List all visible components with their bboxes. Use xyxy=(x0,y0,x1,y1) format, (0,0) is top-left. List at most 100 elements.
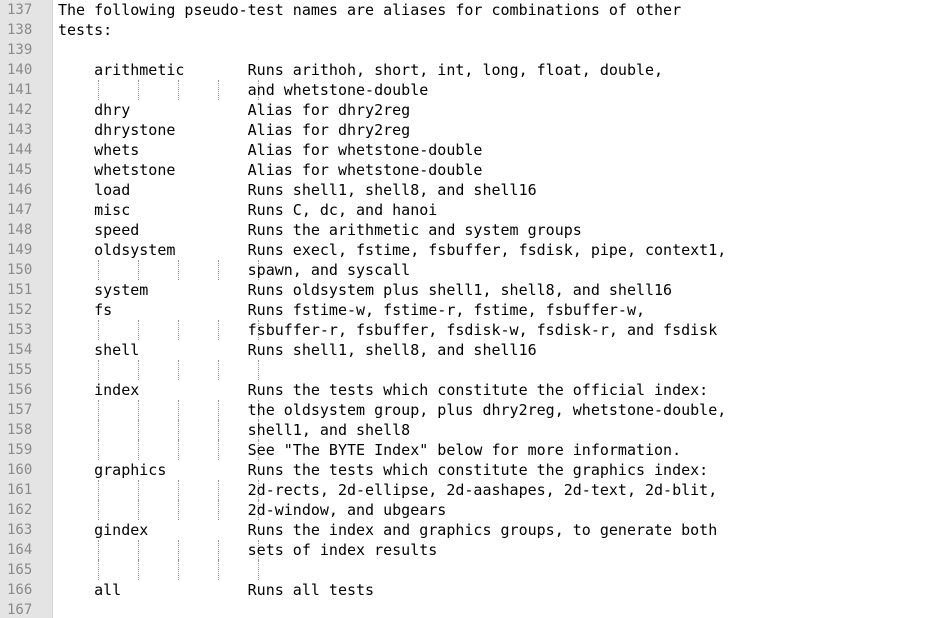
indent-guide xyxy=(138,360,139,380)
editor-line[interactable]: 143 dhrystone Alias for dhry2reg xyxy=(0,120,933,140)
line-text: all Runs all tests xyxy=(58,581,375,599)
line-number: 159 xyxy=(7,442,33,458)
editor-line[interactable]: 145 whetstone Alias for whetstone-double xyxy=(0,160,933,180)
line-text: fsbuffer-r, fsbuffer, fsdisk-w, fsdisk-r… xyxy=(58,321,718,339)
text-editor[interactable]: 137 The following pseudo-test names are a… xyxy=(0,0,933,618)
indent-guide xyxy=(178,360,179,380)
line-text: The following pseudo-test names are alia… xyxy=(58,1,682,19)
editor-line[interactable]: 153 fsbuffer-r, fsbuffer, fsdisk-w, fsdi… xyxy=(0,320,933,340)
editor-line[interactable]: 140 arithmetic Runs arithoh, short, int,… xyxy=(0,60,933,80)
line-text: dhrystone Alias for dhry2reg xyxy=(58,121,411,139)
line-number: 165 xyxy=(7,562,33,578)
indent-guide xyxy=(98,560,99,580)
editor-line[interactable]: 164 sets of index results xyxy=(0,540,933,560)
line-text: shell Runs shell1, shell8, and shell16 xyxy=(58,341,537,359)
line-number: 167 xyxy=(7,602,33,618)
editor-line[interactable]: 137 The following pseudo-test names are a… xyxy=(0,0,933,20)
line-number: 154 xyxy=(7,342,33,358)
indent-guide xyxy=(178,560,179,580)
line-text: whets Alias for whetstone-double xyxy=(58,141,483,159)
line-number: 161 xyxy=(7,482,33,498)
line-number: 160 xyxy=(7,462,33,478)
editor-line[interactable]: 148 speed Runs the arithmetic and system… xyxy=(0,220,933,240)
line-number: 138 xyxy=(7,22,33,38)
line-text: dhry Alias for dhry2reg xyxy=(58,101,411,119)
editor-line[interactable]: 154 shell Runs shell1, shell8, and shell… xyxy=(0,340,933,360)
editor-line[interactable]: 162 2d-window, and ubgears xyxy=(0,500,933,520)
line-number: 149 xyxy=(7,242,33,258)
line-text: graphics Runs the tests which constitute… xyxy=(58,461,709,479)
line-number: 152 xyxy=(7,302,33,318)
editor-line[interactable]: 141 and whetstone-double xyxy=(0,80,933,100)
line-number: 148 xyxy=(7,222,33,238)
line-text: spawn, and syscall xyxy=(58,261,411,279)
line-text: 2d-window, and ubgears xyxy=(58,501,447,519)
editor-line[interactable]: 146 load Runs shell1, shell8, and shell1… xyxy=(0,180,933,200)
line-text: speed Runs the arithmetic and system gro… xyxy=(58,221,582,239)
editor-line[interactable]: 138 tests: xyxy=(0,20,933,40)
line-text: shell1, and shell8 xyxy=(58,421,411,439)
line-number: 153 xyxy=(7,322,33,338)
indent-guide xyxy=(218,560,219,580)
line-text: whetstone Alias for whetstone-double xyxy=(58,161,483,179)
indent-guide xyxy=(258,560,259,580)
line-number: 164 xyxy=(7,542,33,558)
line-text: gindex Runs the index and graphics group… xyxy=(58,521,718,539)
line-number: 162 xyxy=(7,502,33,518)
line-number: 142 xyxy=(7,102,33,118)
line-number: 158 xyxy=(7,422,33,438)
editor-line[interactable]: 156 index Runs the tests which constitut… xyxy=(0,380,933,400)
line-text: and whetstone-double xyxy=(58,81,429,99)
line-number: 157 xyxy=(7,402,33,418)
line-text: sets of index results xyxy=(58,541,438,559)
editor-line[interactable]: 147 misc Runs C, dc, and hanoi xyxy=(0,200,933,220)
line-text: arithmetic Runs arithoh, short, int, lon… xyxy=(58,61,664,79)
line-number: 137 xyxy=(7,2,33,18)
indent-guide xyxy=(98,360,99,380)
line-number: 163 xyxy=(7,522,33,538)
editor-line[interactable]: 151 system Runs oldsystem plus shell1, s… xyxy=(0,280,933,300)
editor-line[interactable]: 165 xyxy=(0,560,933,580)
editor-line[interactable]: 142 dhry Alias for dhry2reg xyxy=(0,100,933,120)
line-text: tests: xyxy=(58,21,113,39)
editor-line[interactable]: 161 2d-rects, 2d-ellipse, 2d-aashapes, 2… xyxy=(0,480,933,500)
line-number: 146 xyxy=(7,182,33,198)
line-text: misc Runs C, dc, and hanoi xyxy=(58,201,438,219)
line-text: index Runs the tests which constitute th… xyxy=(58,381,709,399)
line-text: the oldsystem group, plus dhry2reg, whet… xyxy=(58,401,727,419)
editor-line[interactable]: 139 xyxy=(0,40,933,60)
editor-line[interactable]: 150 spawn, and syscall xyxy=(0,260,933,280)
editor-text-area[interactable]: 137 The following pseudo-test names are a… xyxy=(0,0,933,618)
line-text: See "The BYTE Index" below for more info… xyxy=(58,441,682,459)
editor-line[interactable]: 155 xyxy=(0,360,933,380)
editor-line[interactable]: 167 xyxy=(0,600,933,618)
indent-guide xyxy=(138,560,139,580)
line-text: system Runs oldsystem plus shell1, shell… xyxy=(58,281,673,299)
editor-line[interactable]: 159 See "The BYTE Index" below for more … xyxy=(0,440,933,460)
line-number: 141 xyxy=(7,82,33,98)
line-number: 139 xyxy=(7,42,33,58)
line-number: 144 xyxy=(7,142,33,158)
editor-line[interactable]: 158 shell1, and shell8 xyxy=(0,420,933,440)
line-number: 155 xyxy=(7,362,33,378)
line-text: load Runs shell1, shell8, and shell16 xyxy=(58,181,537,199)
line-number: 145 xyxy=(7,162,33,178)
editor-line[interactable]: 160 graphics Runs the tests which consti… xyxy=(0,460,933,480)
editor-line[interactable]: 163 gindex Runs the index and graphics g… xyxy=(0,520,933,540)
line-number: 166 xyxy=(7,582,33,598)
indent-guide xyxy=(218,360,219,380)
line-text: oldsystem Runs execl, fstime, fsbuffer, … xyxy=(58,241,727,259)
editor-line[interactable]: 157 the oldsystem group, plus dhry2reg, … xyxy=(0,400,933,420)
line-text: fs Runs fstime-w, fstime-r, fstime, fsbu… xyxy=(58,301,645,319)
editor-line[interactable]: 149 oldsystem Runs execl, fstime, fsbuff… xyxy=(0,240,933,260)
editor-line[interactable]: 152 fs Runs fstime-w, fstime-r, fstime, … xyxy=(0,300,933,320)
line-number: 143 xyxy=(7,122,33,138)
indent-guide xyxy=(258,360,259,380)
editor-line[interactable]: 166 all Runs all tests xyxy=(0,580,933,600)
line-number: 150 xyxy=(7,262,33,278)
line-number: 151 xyxy=(7,282,33,298)
line-number: 156 xyxy=(7,382,33,398)
line-number: 140 xyxy=(7,62,33,78)
editor-line[interactable]: 144 whets Alias for whetstone-double xyxy=(0,140,933,160)
line-text: 2d-rects, 2d-ellipse, 2d-aashapes, 2d-te… xyxy=(58,481,718,499)
